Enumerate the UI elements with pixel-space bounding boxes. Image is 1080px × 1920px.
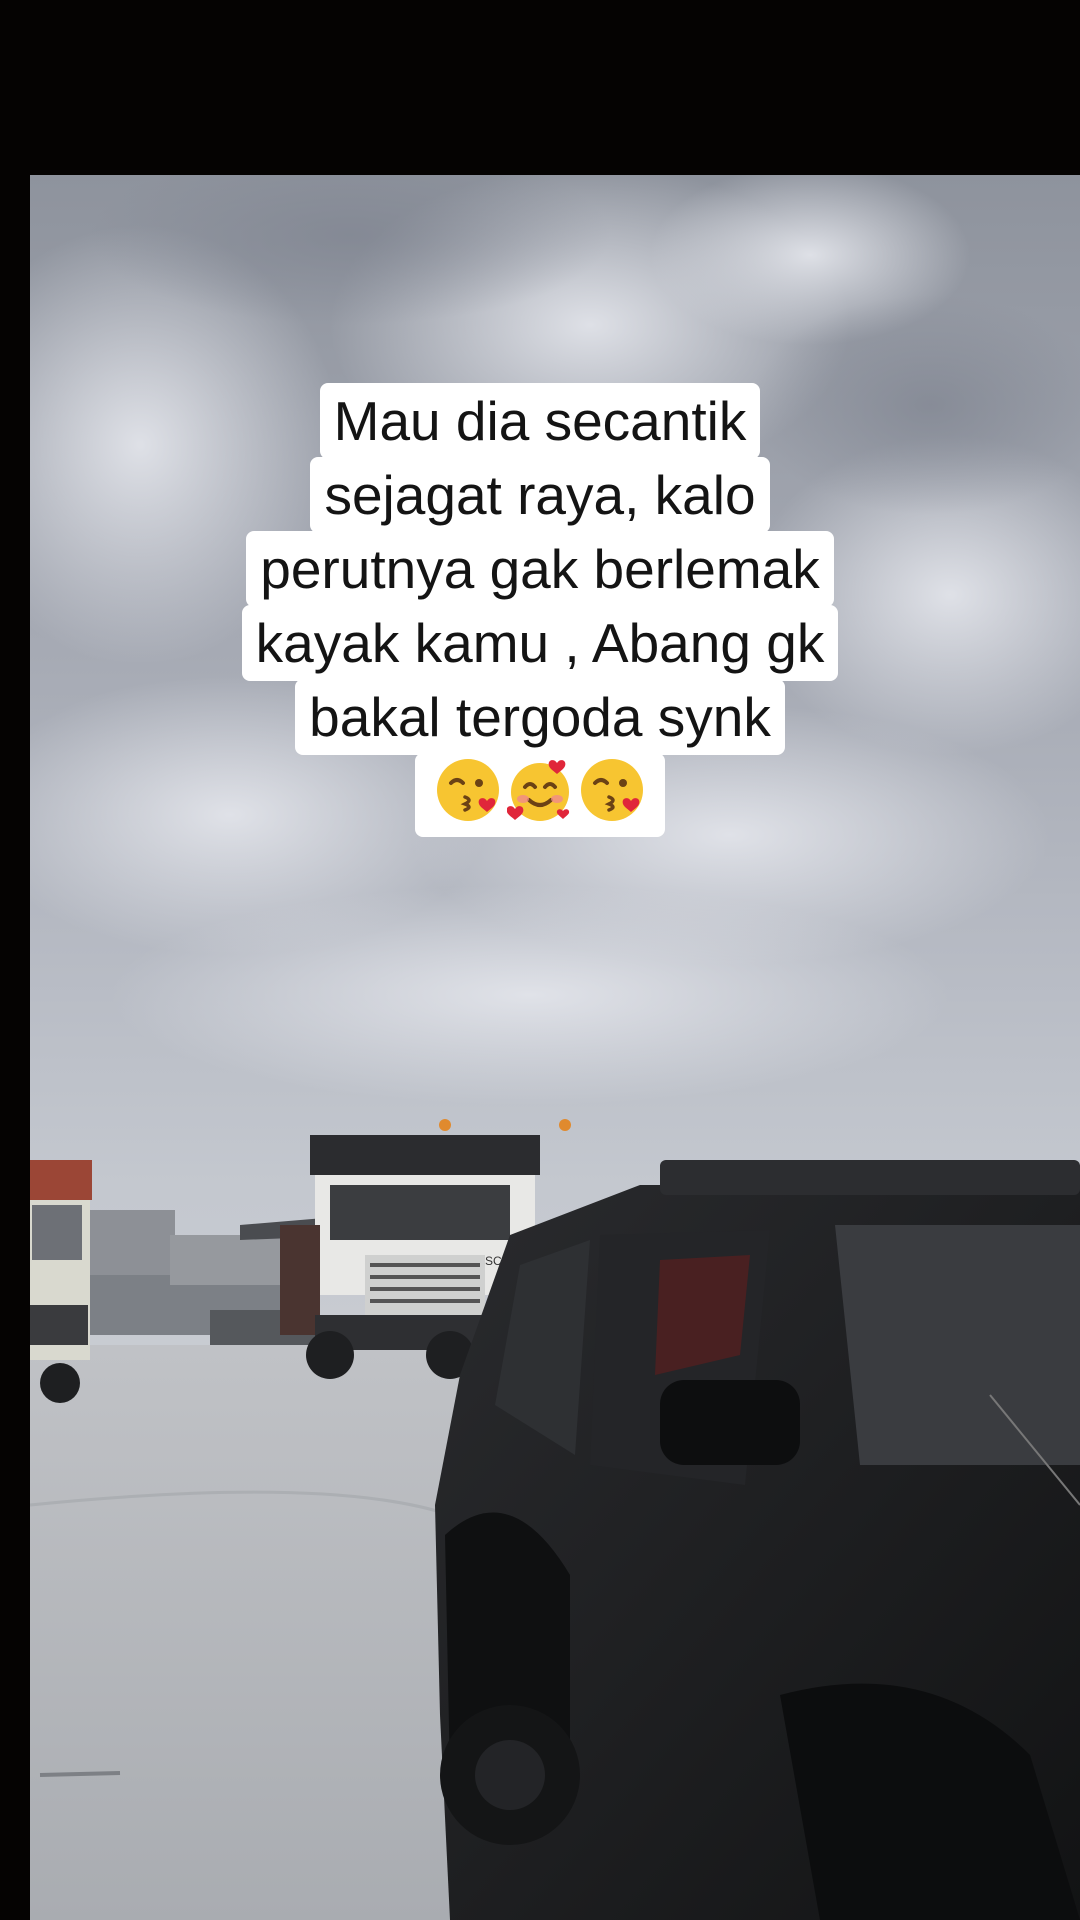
caption-line: kayak kamu , Abang gk — [241, 605, 839, 681]
windshield — [835, 1225, 1080, 1465]
cloud — [110, 885, 950, 1105]
caption-line: bakal tergoda synk — [295, 679, 785, 755]
video-screen: SCANIA Mau dia secantik sejagat raya, ka… — [0, 0, 1080, 1920]
roof-rack — [660, 1160, 1080, 1195]
black-suv — [435, 1160, 1080, 1920]
kissing-face-with-heart-icon — [579, 757, 645, 823]
kissing-face-with-heart-icon — [435, 757, 501, 823]
caption-overlay: Mau dia secantik sejagat raya, kalo peru… — [0, 383, 1080, 837]
side-mirror — [660, 1380, 800, 1465]
caption-line: perutnya gak berlemak — [246, 531, 834, 607]
smiling-face-with-hearts-icon — [506, 757, 573, 823]
caption-line: sejagat raya, kalo — [310, 457, 770, 533]
caption-line: Mau dia secantik — [319, 383, 761, 459]
caption-emoji-line — [415, 753, 665, 837]
